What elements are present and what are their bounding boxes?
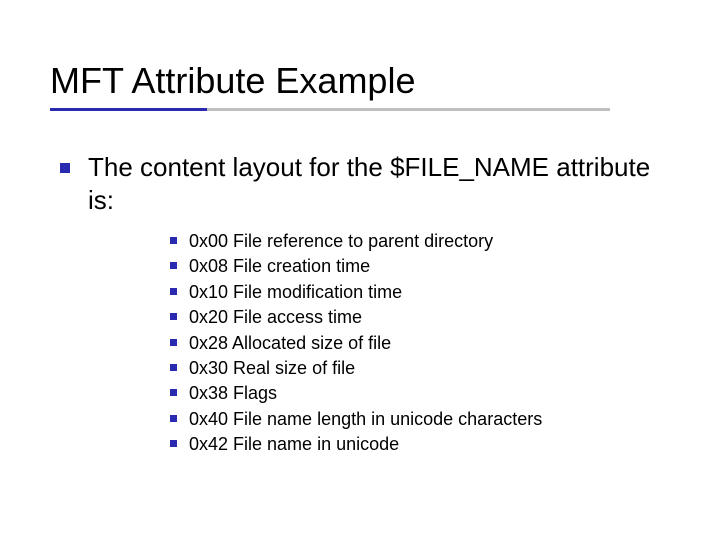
bullet-icon (170, 440, 177, 447)
list-item-text: 0x08 File creation time (189, 255, 370, 278)
list-item: 0x38 Flags (170, 382, 670, 405)
list-item: 0x28 Allocated size of file (170, 332, 670, 355)
bullet-icon (170, 262, 177, 269)
bullet-icon (170, 339, 177, 346)
title-underline (50, 108, 610, 111)
bullet-icon (170, 237, 177, 244)
list-item: 0x42 File name in unicode (170, 433, 670, 456)
list-item: 0x40 File name length in unicode charact… (170, 408, 670, 431)
list-item-text: 0x28 Allocated size of file (189, 332, 391, 355)
list-item-text: 0x30 Real size of file (189, 357, 355, 380)
list-item-text: 0x42 File name in unicode (189, 433, 399, 456)
title-container: MFT Attribute Example (50, 60, 670, 111)
main-item: The content layout for the $FILE_NAME at… (60, 151, 670, 216)
list-item: 0x00 File reference to parent directory (170, 230, 670, 253)
bullet-icon (60, 163, 70, 173)
list-item-text: 0x20 File access time (189, 306, 362, 329)
list-item-text: 0x00 File reference to parent directory (189, 230, 493, 253)
list-item: 0x10 File modification time (170, 281, 670, 304)
list-item-text: 0x40 File name length in unicode charact… (189, 408, 542, 431)
bullet-icon (170, 313, 177, 320)
sub-list: 0x00 File reference to parent directory … (50, 230, 670, 457)
main-item-text: The content layout for the $FILE_NAME at… (88, 151, 670, 216)
list-item: 0x20 File access time (170, 306, 670, 329)
bullet-icon (170, 415, 177, 422)
list-item: 0x08 File creation time (170, 255, 670, 278)
bullet-icon (170, 288, 177, 295)
bullet-icon (170, 389, 177, 396)
list-item-text: 0x38 Flags (189, 382, 277, 405)
list-item: 0x30 Real size of file (170, 357, 670, 380)
list-item-text: 0x10 File modification time (189, 281, 402, 304)
bullet-icon (170, 364, 177, 371)
main-list: The content layout for the $FILE_NAME at… (50, 151, 670, 216)
slide-title: MFT Attribute Example (50, 60, 670, 102)
